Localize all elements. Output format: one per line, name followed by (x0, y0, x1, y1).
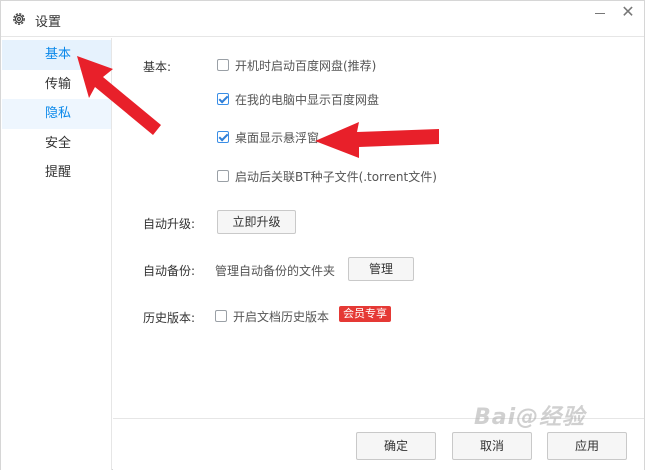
basic-label: 基本: (143, 60, 172, 74)
auto-upgrade-label: 自动升级: (143, 217, 196, 231)
option-floating-window-label: 桌面显示悬浮窗 (235, 130, 320, 145)
option-show-in-computer-label: 在我的电脑中显示百度网盘 (235, 92, 380, 107)
cancel-button[interactable]: 取消 (452, 432, 532, 460)
settings-window: 设置 ✕ 基本 传输 隐私 安全 提醒 基本: 开机时启动百度网盘(推荐) 在我… (0, 0, 645, 470)
auto-backup-desc: 管理自动备份的文件夹 (215, 264, 336, 278)
watermark: Bai@经验 (474, 405, 586, 430)
sidebar-item-transfer[interactable]: 传输 (2, 70, 111, 100)
upgrade-now-button[interactable]: 立即升级 (217, 210, 296, 234)
show-in-computer-checkbox[interactable] (217, 93, 229, 105)
option-bt-association[interactable]: 启动后关联BT种子文件(.torrent文件) (217, 168, 437, 184)
sidebar-item-reminder[interactable]: 提醒 (2, 158, 111, 188)
close-icon[interactable]: ✕ (619, 3, 637, 21)
history-label: 历史版本: (143, 311, 196, 325)
apply-button[interactable]: 应用 (547, 432, 627, 460)
option-doc-history[interactable]: 开启文档历史版本 (215, 308, 329, 324)
vip-badge: 会员专享 (339, 306, 391, 322)
settings-content: 基本: 开机时启动百度网盘(推荐) 在我的电脑中显示百度网盘 桌面显示悬浮窗 启… (113, 38, 644, 418)
option-floating-window[interactable]: 桌面显示悬浮窗 (217, 129, 319, 145)
auto-backup-label: 自动备份: (143, 264, 196, 278)
sidebar-item-security[interactable]: 安全 (2, 129, 111, 159)
ok-button[interactable]: 确定 (356, 432, 436, 460)
sidebar-item-privacy[interactable]: 隐私 (2, 99, 111, 129)
doc-history-checkbox[interactable] (215, 310, 227, 322)
option-doc-history-label: 开启文档历史版本 (233, 309, 330, 324)
option-show-in-computer[interactable]: 在我的电脑中显示百度网盘 (217, 91, 379, 107)
sidebar-item-basic[interactable]: 基本 (2, 40, 111, 70)
sidebar: 基本 传输 隐私 安全 提醒 (1, 38, 112, 470)
minimize-icon[interactable] (592, 5, 608, 21)
floating-window-checkbox[interactable] (217, 131, 229, 143)
manage-backup-button[interactable]: 管理 (348, 257, 414, 281)
gear-icon (11, 11, 27, 27)
bt-association-checkbox[interactable] (217, 170, 229, 182)
autostart-checkbox[interactable] (217, 59, 229, 71)
option-autostart-label: 开机时启动百度网盘(推荐) (235, 58, 377, 73)
title-bar: 设置 ✕ (1, 1, 644, 37)
window-title: 设置 (35, 15, 62, 30)
option-autostart[interactable]: 开机时启动百度网盘(推荐) (217, 57, 376, 73)
option-bt-association-label: 启动后关联BT种子文件(.torrent文件) (235, 169, 437, 184)
